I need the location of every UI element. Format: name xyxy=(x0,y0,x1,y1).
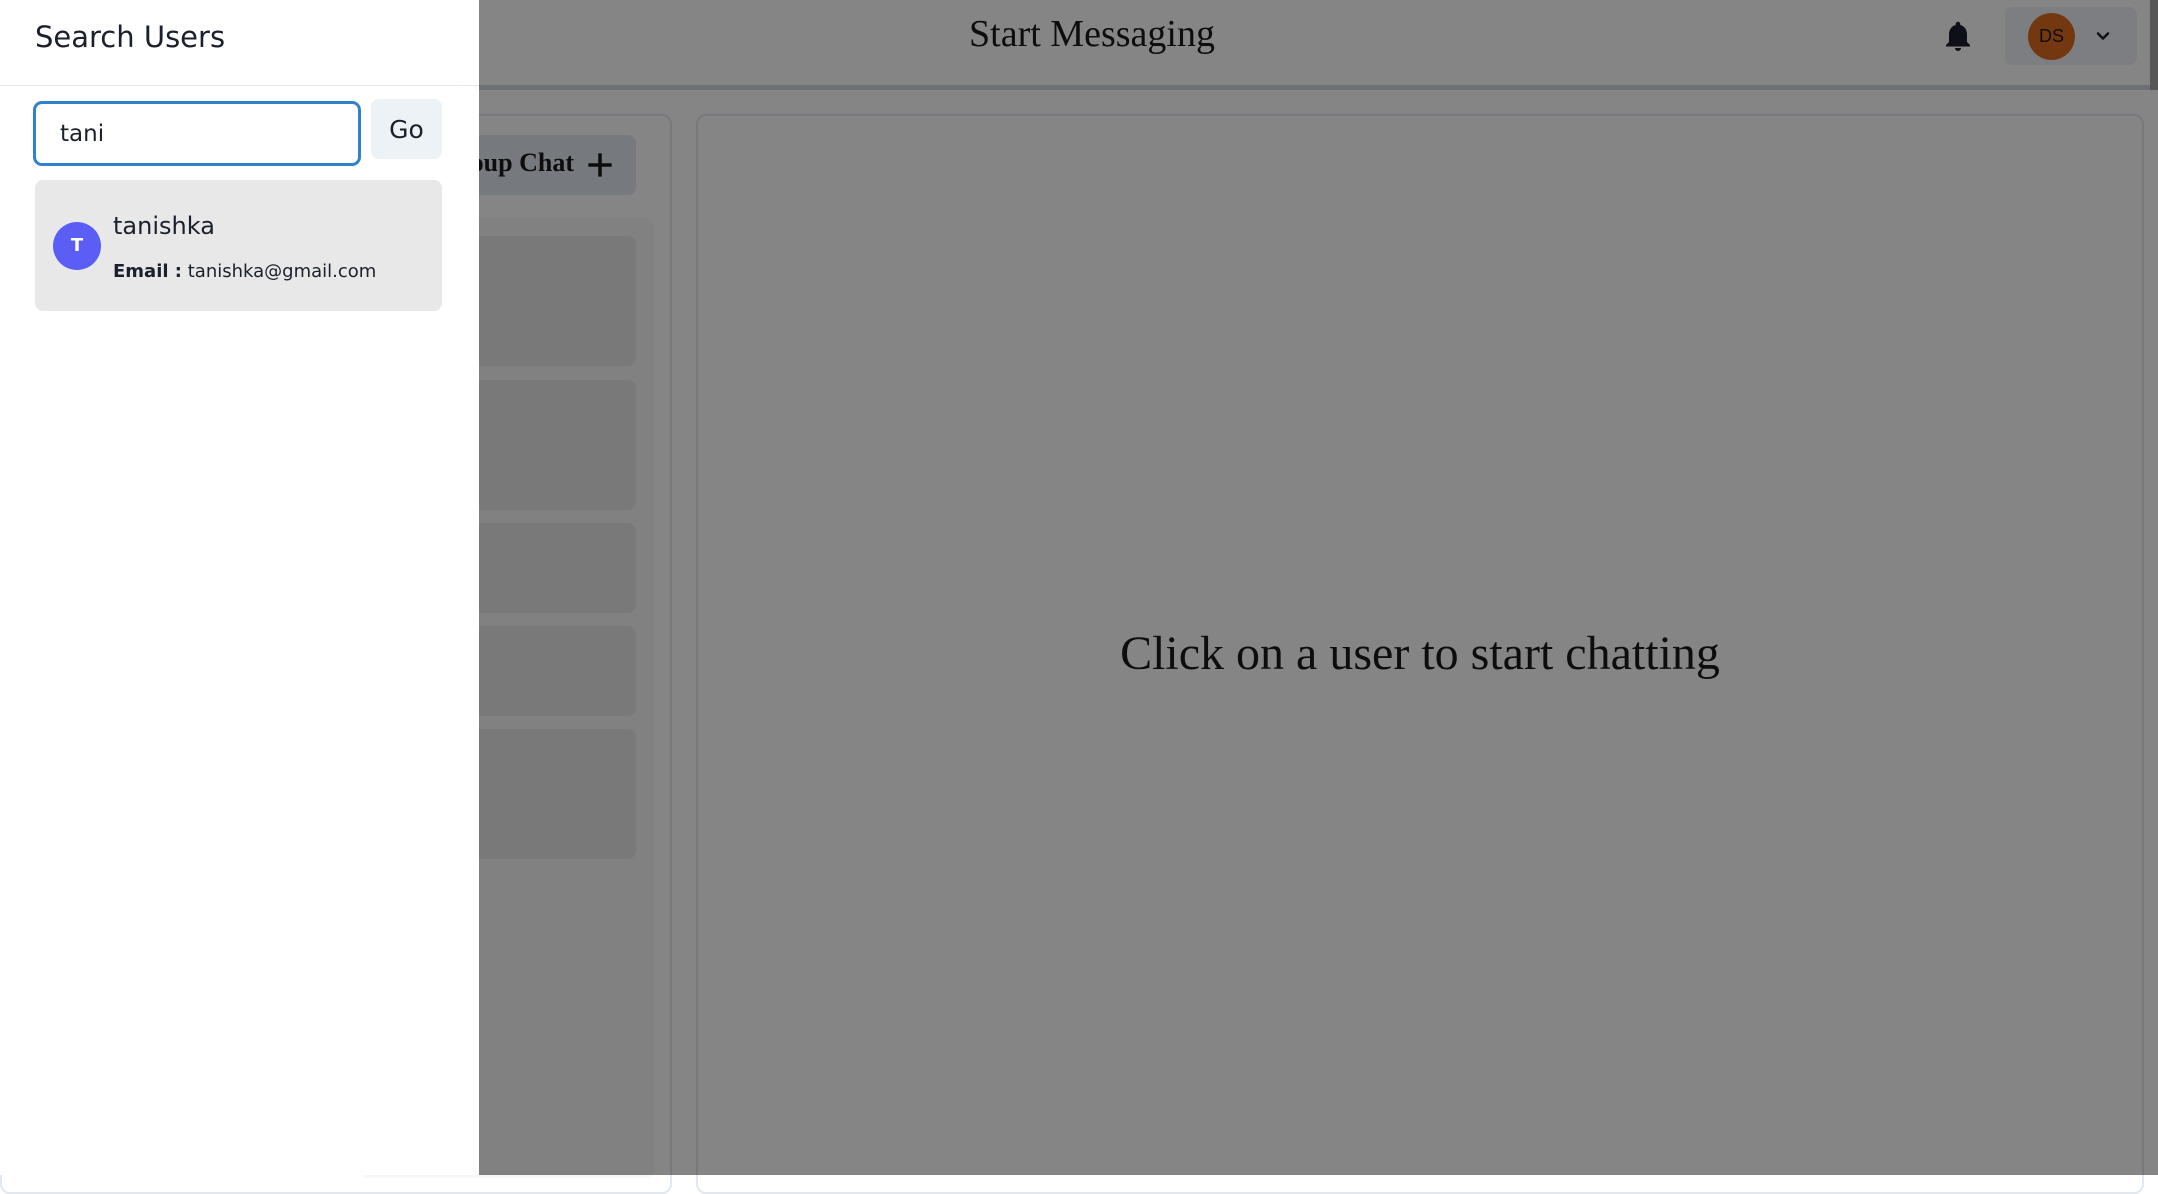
drawer-title: Search Users xyxy=(35,20,226,54)
email-value: tanishka@gmail.com xyxy=(187,261,377,282)
search-result-item[interactable]: T tanishka Email : tanishka@gmail.com xyxy=(35,180,442,311)
avatar: T xyxy=(53,222,101,270)
drawer-header: Search Users xyxy=(0,0,479,86)
go-button[interactable]: Go xyxy=(371,99,442,159)
user-email: Email : tanishka@gmail.com xyxy=(113,261,376,282)
search-input[interactable] xyxy=(34,102,360,165)
search-drawer: Search Users Go T tanishka Email : tanis… xyxy=(0,0,479,1175)
email-label: Email : xyxy=(113,261,183,282)
user-name: tanishka xyxy=(113,212,215,240)
